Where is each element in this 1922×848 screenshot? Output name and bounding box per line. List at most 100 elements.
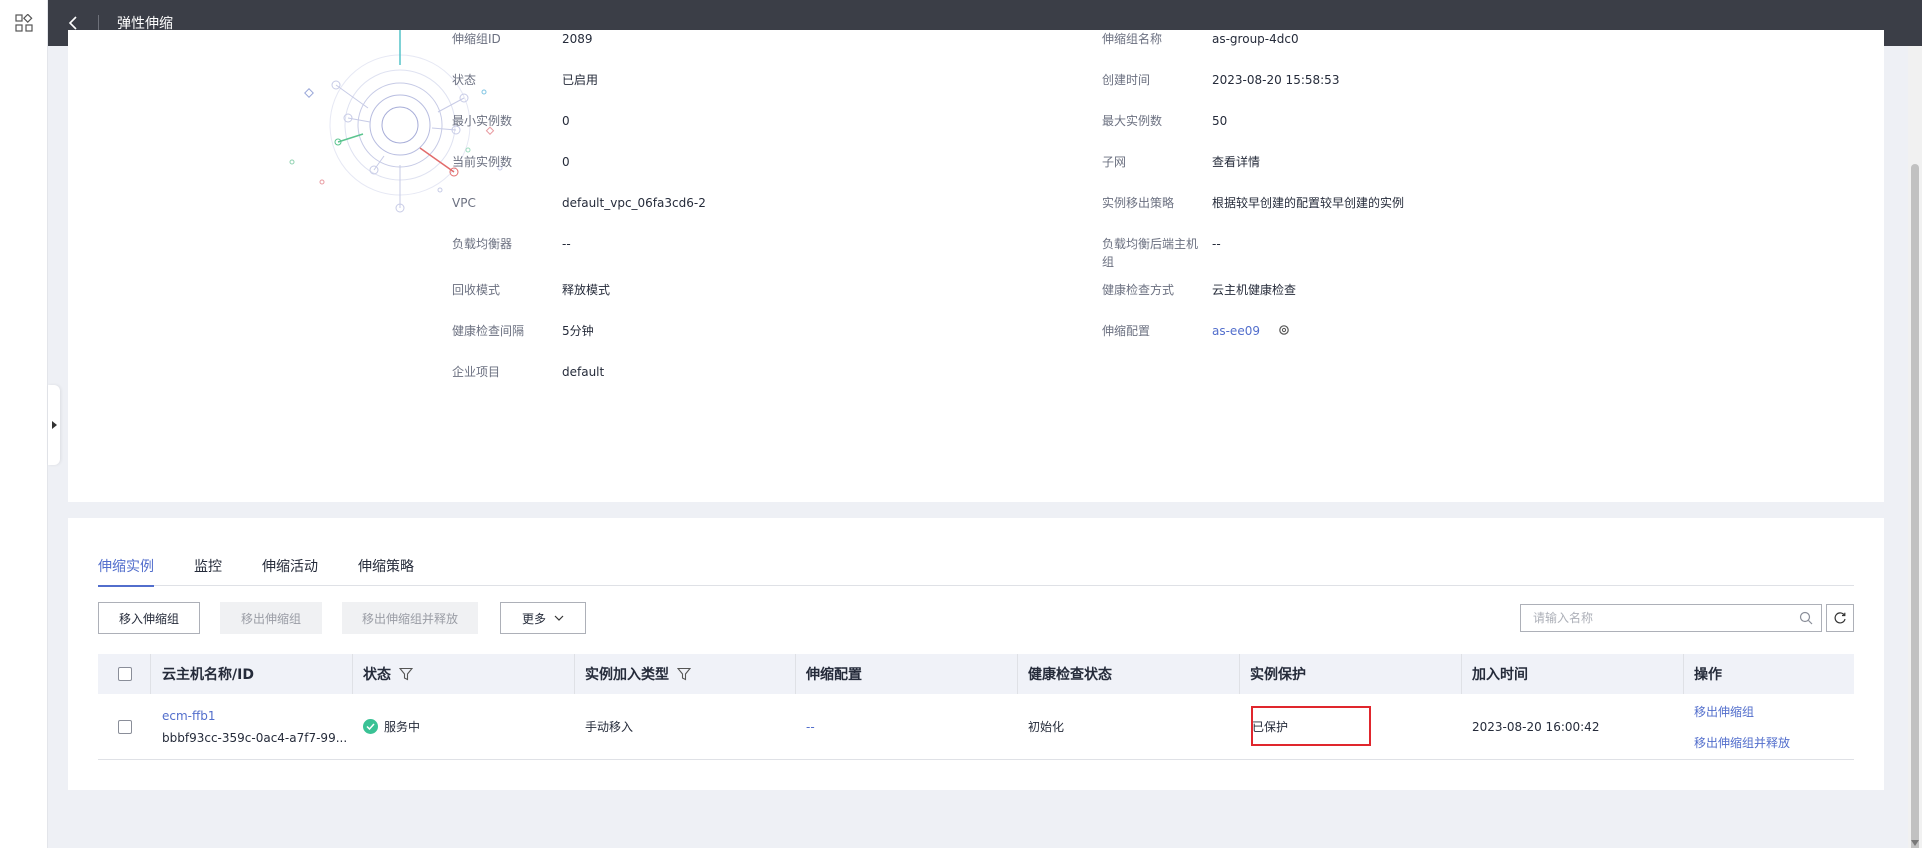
info-row-group-id: 伸缩组ID 2089 <box>452 30 1012 70</box>
refresh-icon <box>1834 612 1846 624</box>
col-header-join-type: 实例加入类型 <box>585 654 691 694</box>
info-value: 2023-08-20 15:58:53 <box>1212 73 1340 87</box>
info-row-health-check-method: 健康检查方式 云主机健康检查 <box>1102 281 1662 321</box>
info-value: 云主机健康检查 <box>1212 283 1297 297</box>
search-input[interactable] <box>1521 605 1781 631</box>
info-value: 根据较早创建的配置较早创建的实例 <box>1212 196 1405 210</box>
info-value: as-ee09 <box>1212 322 1290 340</box>
col-header-health: 健康检查状态 <box>1028 667 1112 683</box>
status-text: 服务中 <box>384 720 421 734</box>
group-info-card: 伸缩组ID 2089 状态 已启用 最小实例数 0 当前实例数 0 VPC de… <box>68 30 1884 502</box>
tab-monitoring[interactable]: 监控 <box>194 556 222 586</box>
remove-from-group-link[interactable]: 移出伸缩组 <box>1694 703 1754 720</box>
scrollbar-thumb[interactable] <box>1911 164 1919 848</box>
row-checkbox[interactable] <box>118 719 132 734</box>
col-header-ops: 操作 <box>1694 667 1722 683</box>
info-row-enterprise-project: 企业项目 default <box>452 363 1012 403</box>
join-time-cell: 2023-08-20 16:00:42 <box>1472 719 1600 734</box>
col-header-join-type-label: 实例加入类型 <box>585 667 669 683</box>
column-divider <box>1239 654 1240 694</box>
info-value: 已启用 <box>562 73 599 87</box>
instance-id: bbbf93cc-359c-0ac4-a7f7-99... <box>162 730 348 745</box>
info-row-max-instances: 最大实例数 50 <box>1102 112 1662 152</box>
column-divider <box>352 654 353 694</box>
tab-scaling-activities[interactable]: 伸缩活动 <box>262 556 318 586</box>
service-list-icon[interactable] <box>15 14 33 32</box>
info-label: 回收模式 <box>452 283 501 297</box>
chevron-down-icon <box>554 615 564 621</box>
info-row-subnet: 子网 查看详情 <box>1102 153 1662 193</box>
page-scrollbar[interactable] <box>1908 46 1922 848</box>
more-label: 更多 <box>521 611 546 626</box>
info-value: default <box>562 365 605 379</box>
info-row-backend-group: 负载均衡后端主机组 -- <box>1102 235 1662 275</box>
subnet-details-link[interactable]: 查看详情 <box>1212 153 1260 171</box>
col-header-status: 状态 <box>363 654 413 694</box>
join-type-cell: 手动移入 <box>585 720 634 734</box>
col-header-config: 伸缩配置 <box>806 667 862 683</box>
info-value: 释放模式 <box>562 283 611 297</box>
info-label: 创建时间 <box>1102 73 1151 87</box>
scaling-config-link[interactable]: as-ee09 <box>1212 324 1260 338</box>
info-label: 伸缩配置 <box>1102 324 1151 338</box>
status-cell: 服务中 <box>363 694 420 759</box>
info-value: 5分钟 <box>562 324 594 338</box>
sidebar-expand-handle[interactable] <box>48 385 60 465</box>
info-label: 健康检查方式 <box>1102 283 1175 297</box>
info-value: -- <box>562 237 571 251</box>
remove-and-release-link[interactable]: 移出伸缩组并释放 <box>1694 734 1790 751</box>
info-label: 最小实例数 <box>452 114 513 128</box>
info-label: VPC <box>452 196 476 210</box>
chevron-left-icon <box>68 16 77 30</box>
info-value: 0 <box>562 114 570 128</box>
info-value: 50 <box>1212 114 1228 128</box>
highlight-box <box>1251 706 1371 746</box>
scroll-down-icon[interactable] <box>1911 840 1919 846</box>
left-rail <box>0 0 48 848</box>
vpc-link[interactable]: default_vpc_06fa3cd6-2 <box>562 194 706 212</box>
settings-icon[interactable] <box>1278 324 1290 336</box>
tab-scaling-policies[interactable]: 伸缩策略 <box>358 556 414 586</box>
check-circle-icon <box>363 719 378 734</box>
filter-icon[interactable] <box>399 667 413 681</box>
info-label: 实例移出策略 <box>1102 196 1175 210</box>
info-label: 状态 <box>452 73 477 87</box>
info-label: 当前实例数 <box>452 155 513 169</box>
detail-tabs: 伸缩实例 监控 伸缩活动 伸缩策略 <box>98 556 1854 587</box>
remove-from-group-button[interactable]: 移出伸缩组 <box>220 602 322 634</box>
select-all-checkbox[interactable] <box>118 667 132 681</box>
column-divider <box>574 654 575 694</box>
column-divider <box>795 654 796 694</box>
info-value: 0 <box>562 155 570 169</box>
remove-and-release-button[interactable]: 移出伸缩组并释放 <box>342 602 478 634</box>
info-row-group-name: 伸缩组名称 as-group-4dc0 <box>1102 30 1662 70</box>
info-row-scaling-config: 伸缩配置 as-ee09 <box>1102 322 1662 362</box>
more-dropdown-button[interactable]: 更多 <box>500 602 586 634</box>
column-divider <box>1461 654 1462 694</box>
info-row-load-balancer: 负载均衡器 -- <box>452 235 1012 275</box>
info-row-health-interval: 健康检查间隔 5分钟 <box>452 322 1012 362</box>
info-row-vpc: VPC default_vpc_06fa3cd6-2 <box>452 194 1012 234</box>
config-cell: -- <box>806 719 815 734</box>
instance-name-link[interactable]: ecm-ffb1 <box>162 709 216 723</box>
info-label: 伸缩组名称 <box>1102 32 1163 46</box>
tab-scaling-instances[interactable]: 伸缩实例 <box>98 556 154 587</box>
info-label: 负载均衡后端主机组 <box>1102 237 1199 269</box>
search-icon[interactable] <box>1799 611 1813 625</box>
info-label: 负载均衡器 <box>452 237 513 251</box>
expand-arrow-icon <box>51 421 57 429</box>
column-divider <box>1683 654 1684 694</box>
info-value: as-group-4dc0 <box>1212 32 1299 46</box>
ops-cell: 移出伸缩组 移出伸缩组并释放 <box>1694 694 1790 759</box>
header-checkbox-cell <box>118 654 132 694</box>
refresh-button[interactable] <box>1826 604 1854 632</box>
col-header-status-label: 状态 <box>363 667 391 683</box>
info-row-created-time: 创建时间 2023-08-20 15:58:53 <box>1102 71 1662 111</box>
info-value: 2089 <box>562 32 593 46</box>
info-row-min-instances: 最小实例数 0 <box>452 112 1012 152</box>
add-to-group-button[interactable]: 移入伸缩组 <box>98 602 200 634</box>
column-divider <box>1017 654 1018 694</box>
table-header: 云主机名称/ID 状态 实例加入类型 伸缩配置 健康检查状态 实例保护 加入时间… <box>98 654 1854 694</box>
info-row-current-instances: 当前实例数 0 <box>452 153 1012 193</box>
filter-icon[interactable] <box>677 667 691 681</box>
